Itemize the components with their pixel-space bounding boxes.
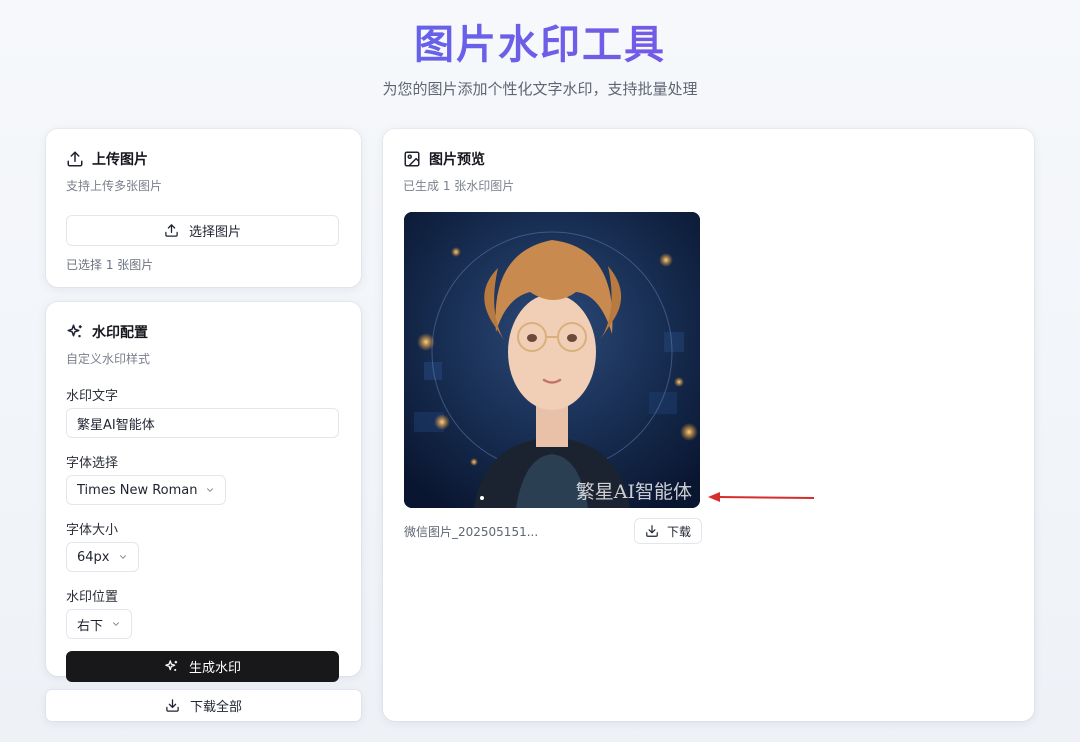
config-card-header: 水印配置 (66, 322, 341, 342)
preview-card-header: 图片预览 (403, 149, 1014, 169)
annotation-arrow-icon (708, 492, 815, 502)
watermarked-image-preview: 繁星AI智能体 (404, 212, 700, 508)
chevron-down-icon (111, 619, 121, 629)
download-image-button[interactable]: 下载 (633, 518, 702, 544)
font-select-value: Times New Roman (77, 482, 198, 498)
download-all-label: 下载全部 (189, 700, 242, 715)
watermark-overlay-text: 繁星AI智能体 (575, 481, 692, 503)
download-icon (645, 524, 659, 538)
file-name: 微信图片_202505151... (404, 524, 539, 539)
select-images-button[interactable]: 选择图片 (66, 215, 339, 246)
image-icon (403, 150, 421, 168)
portrait-illustration (404, 212, 700, 508)
upload-icon (164, 223, 179, 238)
select-images-label: 选择图片 (188, 225, 241, 240)
watermark-text-label: 水印文字 (66, 389, 119, 404)
position-select[interactable]: 右下 (66, 609, 133, 639)
page-subtitle: 为您的图片添加个性化文字水印，支持批量处理 (382, 80, 698, 98)
page-header: 图片水印工具 为您的图片添加个性化文字水印，支持批量处理 (0, 18, 1080, 99)
preview-card-title: 图片预览 (429, 152, 485, 168)
position-value: 右下 (77, 618, 104, 634)
font-size-select[interactable]: 64px (66, 542, 139, 572)
watermark-config-card: 水印配置 自定义水印样式 水印文字 繁星AI智能体 字体选择 Times New… (46, 302, 361, 682)
preview-item-footer: 微信图片_202505151... 下载 (404, 518, 702, 544)
sparkles-icon (164, 659, 179, 674)
font-select[interactable]: Times New Roman (66, 475, 227, 505)
generate-watermark-button[interactable]: 生成水印 (66, 651, 339, 682)
config-card-title: 水印配置 (92, 325, 148, 341)
chevron-down-icon (118, 552, 128, 562)
upload-icon (66, 150, 84, 168)
preview-card: 图片预览 已生成 1 张水印图片 繁星AI智能体 微信图片_202505151.… (383, 129, 1034, 721)
download-image-label: 下载 (666, 524, 691, 539)
preview-card-desc: 已生成 1 张水印图片 (403, 179, 515, 193)
upload-card-desc: 支持上传多张图片 (66, 179, 163, 193)
upload-card: 上传图片 支持上传多张图片 选择图片 已选择 1 张图片 (46, 129, 361, 287)
upload-status: 已选择 1 张图片 (66, 258, 154, 272)
generate-watermark-label: 生成水印 (188, 661, 241, 676)
font-size-value: 64px (77, 549, 110, 565)
upload-card-title: 上传图片 (92, 152, 148, 168)
watermark-text-input[interactable]: 繁星AI智能体 (66, 408, 339, 438)
upload-card-header: 上传图片 (66, 149, 341, 169)
sparkles-icon (66, 323, 84, 341)
config-card-desc: 自定义水印样式 (66, 352, 151, 366)
download-icon (165, 698, 180, 713)
page-title: 图片水印工具 (0, 18, 1080, 72)
chevron-down-icon (205, 485, 215, 495)
download-all-button[interactable]: 下载全部 (46, 690, 361, 721)
font-select-label: 字体选择 (66, 456, 119, 471)
font-size-label: 字体大小 (66, 523, 119, 538)
position-label: 水印位置 (66, 590, 119, 605)
